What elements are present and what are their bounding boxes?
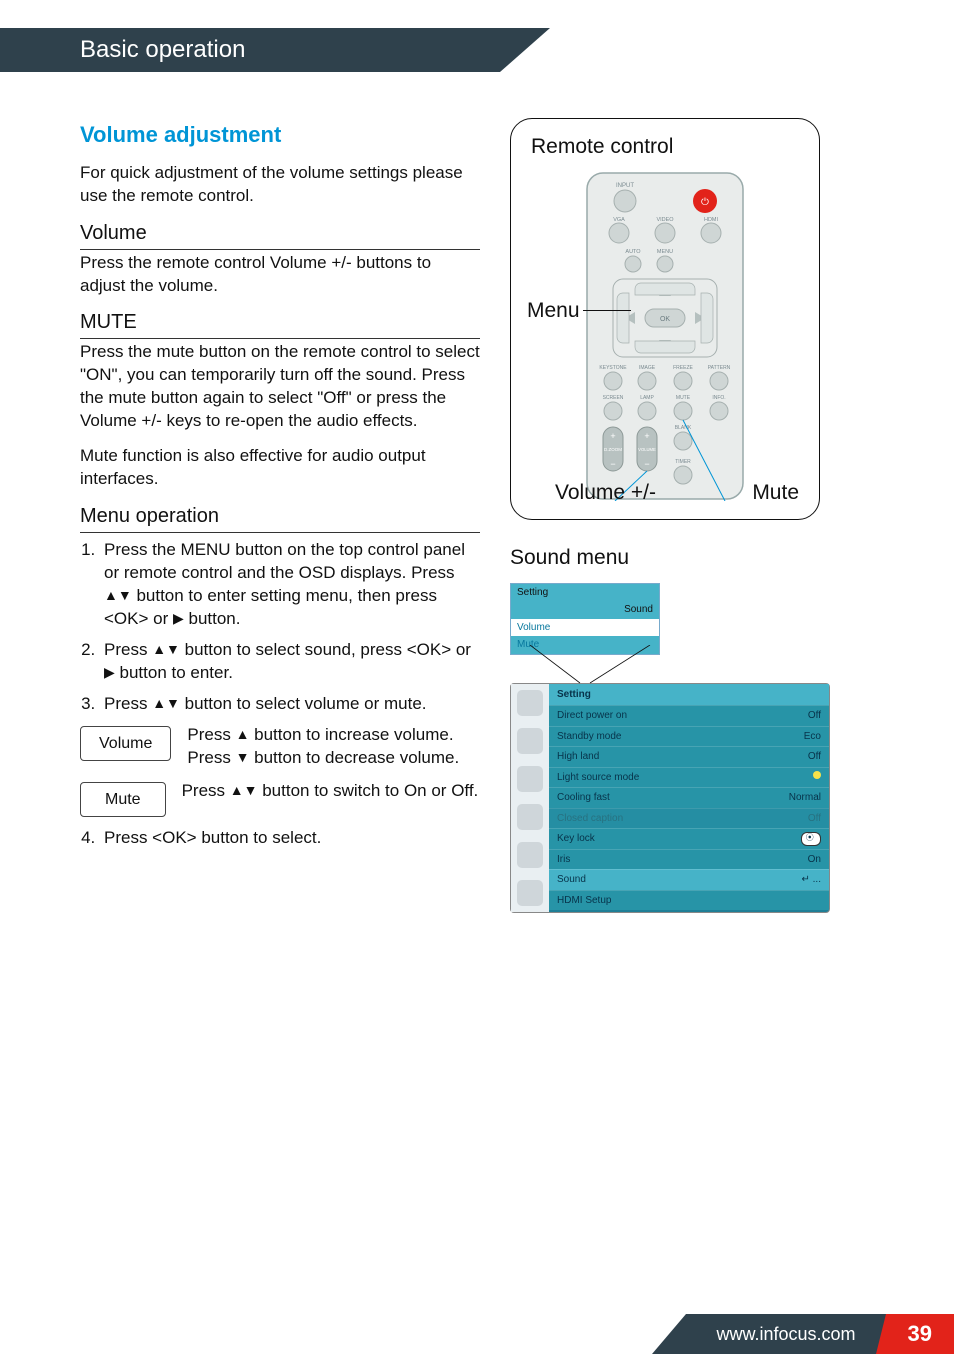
osd-icon <box>517 766 543 792</box>
up-down-icon: ▲▼ <box>104 588 132 602</box>
osd-icon <box>517 804 543 830</box>
svg-text:−: − <box>610 459 615 469</box>
connector-lines <box>520 645 720 685</box>
popup-volume: Volume <box>511 619 659 637</box>
step-2: Press ▲▼ button to select sound, press <… <box>100 639 480 685</box>
osd-row: Key lock⦿ <box>549 828 829 849</box>
remote-control-panel: Remote control Menu INPUT ⏻ VGA VIDEO HD… <box>510 118 820 520</box>
osd-row-selected: Sound↵ ... <box>549 869 829 890</box>
mute-desc: Press ▲▼ button to switch to On or Off. <box>182 780 480 803</box>
footer-url: www.infocus.com <box>686 1314 885 1354</box>
popup-header: Setting <box>511 584 659 602</box>
popup-sound: Sound <box>511 601 659 619</box>
osd-icon <box>517 880 543 906</box>
osd-row: Standby modeEco <box>549 726 829 747</box>
svg-text:VGA: VGA <box>613 217 625 223</box>
svg-text:MUTE: MUTE <box>676 395 691 401</box>
osd-row: Closed captionOff <box>549 808 829 829</box>
svg-text:INFO.: INFO. <box>712 395 725 401</box>
svg-text:IMAGE: IMAGE <box>639 365 656 371</box>
left-column: Volume adjustment For quick adjustment o… <box>80 114 480 913</box>
down-icon: ▼ <box>236 750 250 764</box>
svg-text:PATTERN: PATTERN <box>708 365 731 371</box>
svg-text:FREEZE: FREEZE <box>673 365 693 371</box>
sound-menu-title: Sound menu <box>510 544 904 572</box>
steps-list-cont: Press <OK> button to select. <box>80 827 480 850</box>
osd-row: IrisOn <box>549 849 829 870</box>
up-down-icon: ▲▼ <box>152 696 180 710</box>
mute-para2: Mute function is also effective for audi… <box>80 445 480 491</box>
osd-icon <box>517 842 543 868</box>
osd-row: Cooling fastNormal <box>549 787 829 808</box>
up-icon: ▲ <box>236 727 250 741</box>
svg-text:−: − <box>644 459 649 469</box>
footer-page-number: 39 <box>886 1314 954 1354</box>
svg-text:+: + <box>644 431 649 441</box>
menu-label: Menu <box>527 297 580 325</box>
mute-heading: MUTE <box>80 309 480 339</box>
up-down-icon: ▲▼ <box>152 642 180 656</box>
mute-para1: Press the mute button on the remote cont… <box>80 341 480 433</box>
osd-icon <box>517 728 543 754</box>
remote-illustration: INPUT ⏻ VGA VIDEO HDMI AUTO MENU OK <box>585 171 745 501</box>
volume-heading: Volume <box>80 220 480 250</box>
right-column: Remote control Menu INPUT ⏻ VGA VIDEO HD… <box>510 114 904 913</box>
svg-text:BLANK: BLANK <box>675 425 692 431</box>
sound-menu-diagram: Setting Sound Volume Mute <box>510 583 904 913</box>
intro-text: For quick adjustment of the volume setti… <box>80 162 480 208</box>
osd-row: High landOff <box>549 746 829 767</box>
svg-text:VIDEO: VIDEO <box>656 217 674 223</box>
step-1: Press the MENU button on the top control… <box>100 539 480 631</box>
svg-text:KEYSTONE: KEYSTONE <box>599 365 627 371</box>
svg-text:TIMER: TIMER <box>675 459 691 465</box>
svg-text:⏻: ⏻ <box>701 197 709 208</box>
page-footer: www.infocus.com 39 <box>0 1314 954 1354</box>
svg-text:AUTO: AUTO <box>625 249 641 255</box>
osd-sidebar <box>511 684 549 912</box>
svg-text:LAMP: LAMP <box>640 395 654 401</box>
header-title: Basic operation <box>0 28 954 72</box>
volume-box: Volume <box>80 726 171 762</box>
osd-row: Direct power onOff <box>549 705 829 726</box>
steps-list: Press the MENU button on the top control… <box>80 539 480 716</box>
svg-text:MENU: MENU <box>657 249 673 255</box>
menu-pointer-line <box>583 310 631 311</box>
osd-icon <box>517 690 543 716</box>
remote-title: Remote control <box>531 133 799 161</box>
osd-menu: Setting Direct power onOff Standby modeE… <box>510 683 830 913</box>
menu-op-heading: Menu operation <box>80 503 480 533</box>
svg-text:D.ZOOM: D.ZOOM <box>604 447 622 452</box>
section-title: Volume adjustment <box>80 120 480 150</box>
volume-label: Volume +/- <box>555 479 656 507</box>
osd-row: HDMI Setup <box>549 890 829 911</box>
osd-row: Light source mode <box>549 767 829 788</box>
osd-header: Setting <box>549 684 829 706</box>
volume-desc: Press ▲ button to increase volume. Press… <box>187 724 480 770</box>
svg-text:OK: OK <box>660 316 670 323</box>
svg-text:HDMI: HDMI <box>704 217 719 223</box>
svg-text:VOLUME: VOLUME <box>638 447 656 452</box>
step-4: Press <OK> button to select. <box>100 827 480 850</box>
volume-para: Press the remote control Volume +/- butt… <box>80 252 480 298</box>
right-icon: ▶ <box>104 665 115 679</box>
right-icon: ▶ <box>173 611 184 625</box>
svg-text:INPUT: INPUT <box>616 183 634 189</box>
mute-box: Mute <box>80 782 166 818</box>
step-3: Press ▲▼ button to select volume or mute… <box>100 693 480 716</box>
svg-text:SCREEN: SCREEN <box>603 395 624 401</box>
mute-label: Mute <box>752 479 799 507</box>
svg-text:+: + <box>610 431 615 441</box>
page-header: Basic operation <box>0 28 954 84</box>
up-down-icon: ▲▼ <box>230 783 258 797</box>
